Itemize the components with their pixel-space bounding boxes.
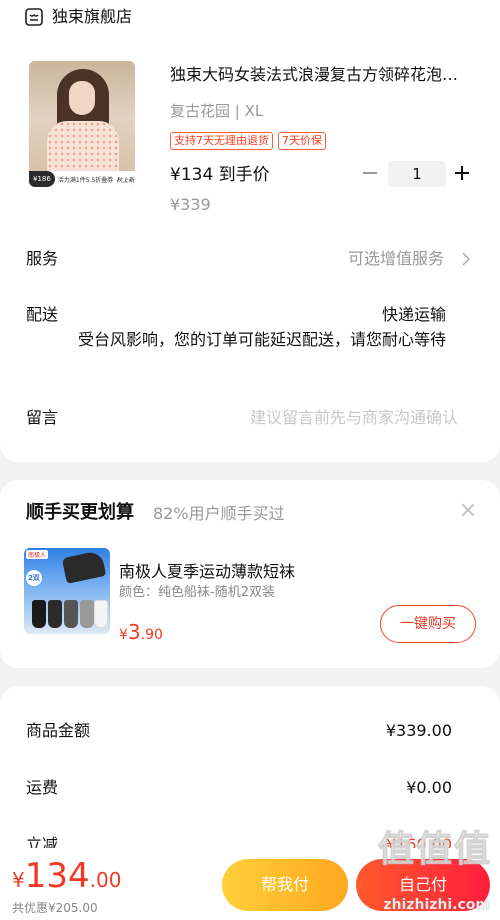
chip-price-protect: 7天价保 [278,132,326,150]
recommend-item-price: ¥3.90 [119,620,163,644]
product-thumbnail[interactable]: ¥186 活力满1件5.5折叠券 秋上新 [29,61,135,187]
one-click-buy-button[interactable]: 一键购买 [380,605,476,643]
summary-label: 商品金额 [26,721,91,740]
store-name[interactable]: 独束旗舰店 [52,6,132,28]
recommend-item-spec: 颜色：纯色船袜-随机2双装 [119,585,275,600]
recommend-subtitle: 82%用户顺手买过 [153,504,285,523]
close-icon[interactable] [460,502,476,518]
chevron-right-icon[interactable] [462,252,470,266]
message-input[interactable]: 建议留言前先与商家沟通确认 [250,407,458,429]
thumb-price-tag: ¥186 [29,171,55,187]
service-value[interactable]: 可选增值服务 [348,248,444,270]
delivery-label: 配送 [26,305,59,324]
watermark-url: zhizhizhi.com [383,897,490,913]
quantity-input[interactable]: 1 [388,161,446,187]
recommend-badge: 2双 [26,570,42,586]
service-label: 服务 [26,249,59,268]
watermark-logo: 值值值 [377,829,492,870]
quantity-plus-button[interactable] [452,162,472,184]
price-original: ¥339 [170,195,211,214]
price-now: ¥134 到手价 [170,165,270,185]
thumb-promo: 活力满1件5.5折叠券 [57,176,114,184]
recommend-brand: 南极人 [26,550,49,559]
total-price: ¥134.00 [12,856,122,896]
store-icon [25,8,43,26]
product-spec[interactable]: 复古花园 | XL [170,100,263,122]
message-label: 留言 [26,408,59,427]
product-title[interactable]: 独束大码女装法式浪漫复古方领碎花泡泡袖连衣裙 [170,64,466,86]
summary-value: ¥339.00 [385,721,452,740]
quantity-minus-button[interactable] [360,162,380,184]
thumb-season: 秋上新 [116,176,135,184]
help-pay-button[interactable]: 帮我付 [222,859,348,911]
summary-value: ¥0.00 [406,778,452,797]
summary-label: 运费 [26,778,59,797]
recommend-title: 顺手买更划算 [26,502,134,523]
delivery-type: 快递运输 [381,305,446,324]
delivery-note: 受台风影响，您的订单可能延迟配送，请您耐心等待 [77,330,446,349]
product-guarantee-chips: 支持7天无理由退货 7天价保 [170,132,326,150]
recommend-item-image[interactable]: 南极人 2双 [24,548,110,634]
recommend-item-name[interactable]: 南极人夏季运动薄款短袜 [119,560,295,584]
chip-return: 支持7天无理由退货 [170,132,273,150]
total-discount: 共优惠¥205.00 [12,901,98,915]
